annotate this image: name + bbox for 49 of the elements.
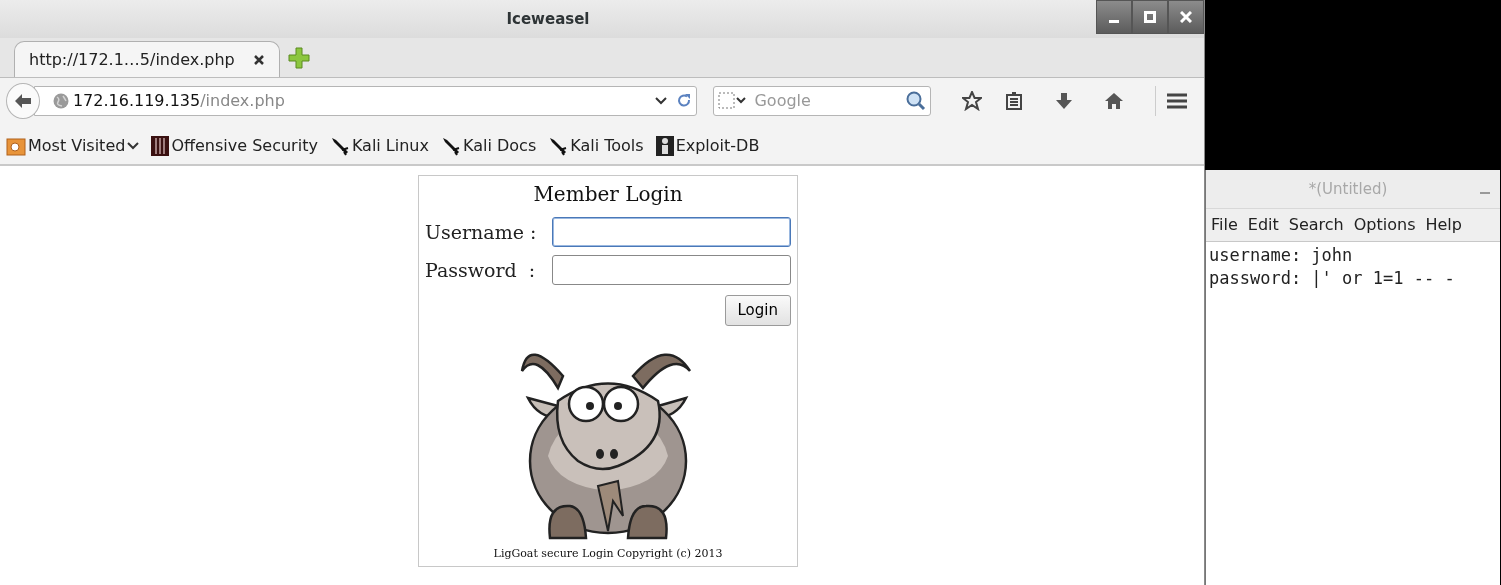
close-icon	[1180, 11, 1192, 23]
bookmark-link[interactable]: Kali Linux	[329, 134, 429, 158]
back-arrow-icon	[13, 93, 32, 109]
copyright-text: LigGoat secure Login Copyright (c) 2013	[493, 545, 723, 562]
field-label: Password :	[425, 257, 537, 283]
editor-title: *(Untitled)	[1307, 178, 1389, 200]
minimize-icon	[1109, 20, 1119, 23]
globe-icon	[52, 93, 69, 109]
minimize-button[interactable]	[1096, 0, 1132, 34]
reload-icon[interactable]	[676, 93, 693, 109]
text-line: password: |' or 1=1 -- -	[1209, 267, 1456, 290]
download-arrow-icon	[1054, 92, 1073, 110]
menu-item[interactable]: Help	[1420, 213, 1467, 237]
home-icon	[1103, 92, 1124, 110]
menu-item[interactable]: Search	[1283, 213, 1349, 237]
bookmark-link[interactable]: Exploit-DB	[655, 134, 760, 158]
menu-item[interactable]: Options	[1348, 213, 1421, 237]
maximize-icon	[1144, 11, 1156, 23]
input-field[interactable]	[552, 217, 791, 247]
url-path: /index.php	[200, 91, 285, 110]
person-favicon-icon	[655, 136, 674, 156]
dropdown-caret-icon[interactable]	[654, 96, 669, 106]
login-title: Member Login	[533, 181, 683, 208]
bookmark-link[interactable]: Kali Docs	[441, 134, 537, 158]
menu-item[interactable]: File	[1206, 213, 1243, 237]
browser-tab[interactable]: http://172.1…5/index.php	[14, 41, 280, 77]
close-tab-icon[interactable]	[252, 53, 265, 66]
text-line: username: john	[1209, 244, 1354, 267]
bookmark-folder[interactable]: Most Visited	[6, 134, 140, 158]
dropdown-caret-icon	[127, 142, 140, 150]
address-bar[interactable]: 172.16.119.135/index.php	[33, 86, 698, 116]
bookmark-link[interactable]: Offensive Security	[151, 134, 318, 158]
menu-item[interactable]: Edit	[1242, 213, 1284, 237]
close-button[interactable]	[1168, 0, 1204, 34]
menu-icon	[1165, 92, 1188, 110]
search-box[interactable]: Google	[713, 86, 932, 116]
star-icon	[962, 91, 983, 111]
url-host: 172.16.119.135	[72, 91, 201, 110]
maximize-button[interactable]	[1132, 0, 1168, 34]
site-favicon-icon	[151, 136, 170, 156]
login-button[interactable]: Login	[724, 295, 791, 326]
field-label: Username :	[425, 219, 538, 245]
list-icon	[1005, 92, 1024, 110]
window-title: Iceweasel	[505, 8, 591, 30]
input-field[interactable]	[552, 255, 791, 285]
back-button[interactable]	[6, 83, 40, 119]
search-engine-icon[interactable]	[718, 92, 749, 110]
search-icon[interactable]	[906, 91, 927, 111]
bookmark-link[interactable]: Kali Tools	[548, 134, 644, 158]
